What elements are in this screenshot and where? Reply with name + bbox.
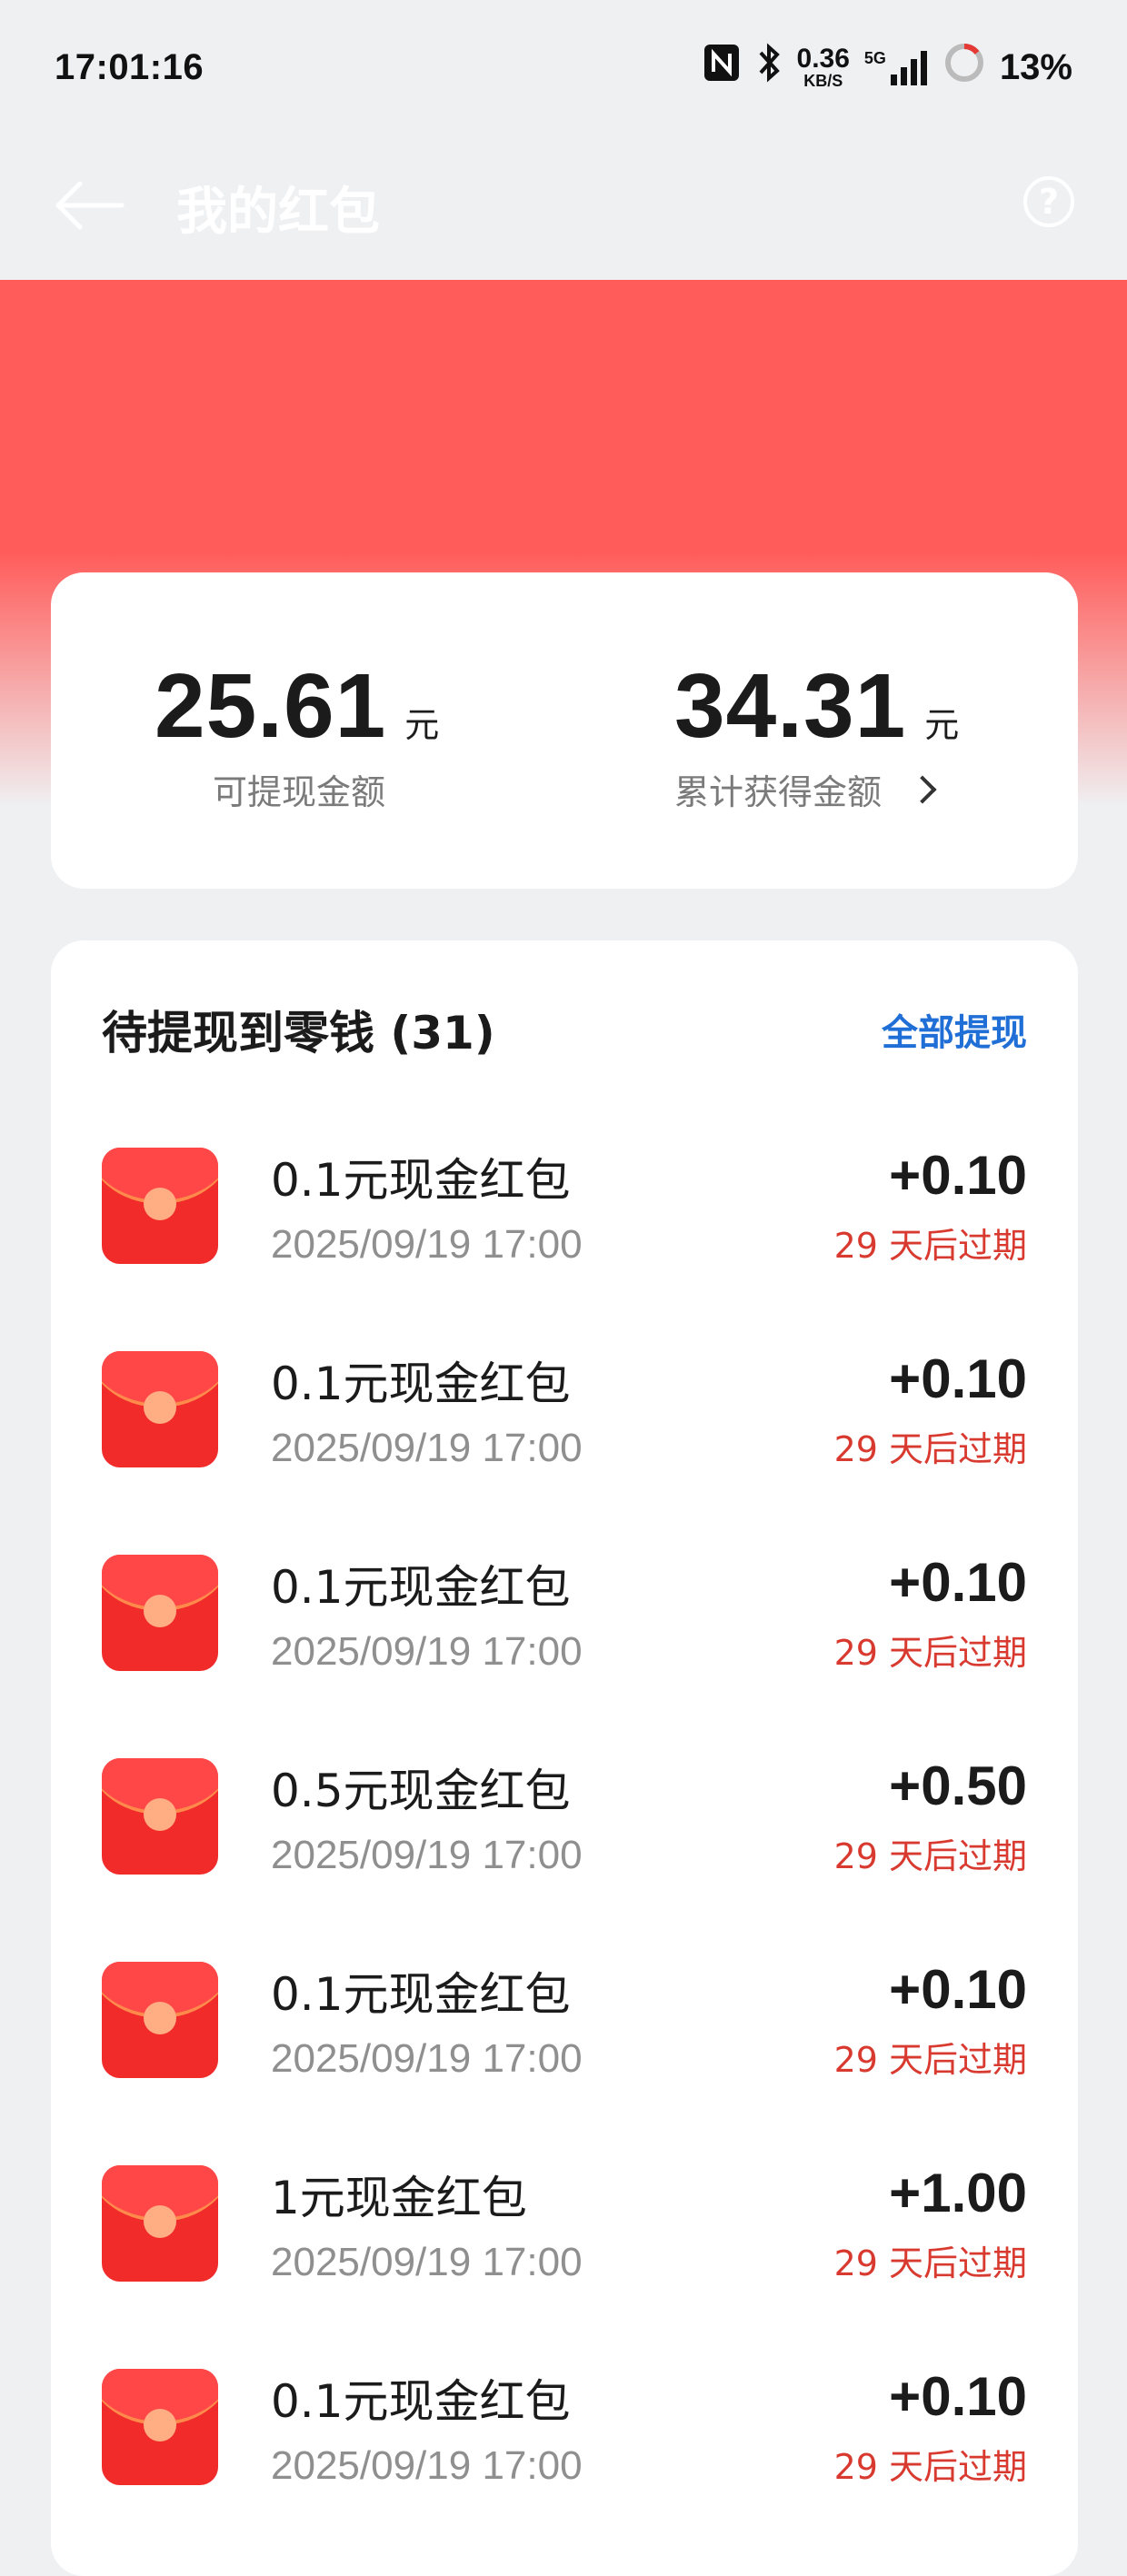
withdrawable-amount: 25.61: [155, 655, 387, 757]
bluetooth-icon: [755, 42, 783, 93]
red-envelope-icon: [102, 1962, 218, 2078]
status-icons: 0.36 KB/S 5G 13%: [703, 42, 1072, 93]
item-name: 0.1元现金红包: [271, 1358, 571, 1410]
item-expiry: 29 天后过期: [833, 1226, 1027, 1266]
signal-5g-icon: 5G: [864, 49, 929, 85]
withdrawable-unit: 元: [404, 705, 440, 745]
list-item[interactable]: 0.5元现金红包 2025/09/19 17:00 +0.50 29 天后过期: [102, 1715, 1027, 1918]
item-name: 0.1元现金红包: [271, 1154, 571, 1207]
item-expiry: 29 天后过期: [833, 2447, 1027, 2487]
total-earned-label: 累计获得金额: [674, 772, 883, 812]
item-amount: +0.50: [889, 1755, 1027, 1816]
item-expiry: 29 天后过期: [833, 1429, 1027, 1469]
page-title: 我的红包: [176, 182, 380, 242]
item-amount: +0.10: [889, 1348, 1027, 1409]
net-speed-value: 0.36: [796, 44, 850, 74]
chevron-right-icon: [908, 774, 937, 804]
nav-bar: 我的红包 ?: [0, 134, 1127, 280]
list-item[interactable]: 0.1元现金红包 2025/09/19 17:00 +0.10 29 天后过期: [102, 2325, 1027, 2529]
arrow-left-icon[interactable]: [53, 178, 125, 236]
item-name: 0.5元现金红包: [271, 1765, 571, 1817]
list-item[interactable]: 0.1元现金红包 2025/09/19 17:00 +0.10 29 天后过期: [102, 1308, 1027, 1511]
item-date: 2025/09/19 17:00: [271, 2036, 583, 2081]
withdraw-all-button[interactable]: 全部提现: [882, 1003, 1027, 1056]
item-expiry: 29 天后过期: [833, 1836, 1027, 1876]
total-earned-row[interactable]: 累计获得金额: [674, 764, 959, 814]
red-envelope-icon: [102, 1148, 218, 1264]
item-expiry: 29 天后过期: [833, 2040, 1027, 2080]
net-speed-unit: KB/S: [803, 72, 843, 90]
item-date: 2025/09/19 17:00: [271, 1426, 583, 1470]
item-date: 2025/09/19 17:00: [271, 1833, 583, 1877]
item-name: 0.1元现金红包: [271, 2375, 571, 2428]
battery-percent: 13%: [999, 46, 1072, 87]
total-earned-stat[interactable]: 34.31 元 累计获得金额: [674, 654, 959, 814]
status-time: 17:01:16: [55, 46, 204, 87]
pending-list-card: 待提现到零钱 (31) 全部提现 0.1元现金红包 2025/09/19 17:…: [51, 940, 1078, 2576]
item-amount: +0.10: [889, 1552, 1027, 1613]
item-amount: +0.10: [889, 1959, 1027, 2020]
net-speed: 0.36 KB/S: [796, 44, 850, 90]
item-date: 2025/09/19 17:00: [271, 2240, 583, 2284]
item-expiry: 29 天后过期: [833, 2243, 1027, 2283]
question-circle-icon[interactable]: ?: [1023, 176, 1074, 227]
list-item[interactable]: 1元现金红包 2025/09/19 17:00 +1.00 29 天后过期: [102, 2122, 1027, 2325]
item-expiry: 29 天后过期: [833, 1633, 1027, 1673]
nfc-icon: [703, 43, 741, 92]
item-name: 0.1元现金红包: [271, 1561, 571, 1614]
item-date: 2025/09/19 17:00: [271, 1629, 583, 1674]
red-envelope-icon: [102, 2369, 218, 2485]
item-name: 1元现金红包: [271, 2172, 527, 2224]
list-header: 待提现到零钱 (31) 全部提现: [102, 997, 1027, 1062]
item-amount: +0.10: [889, 1145, 1027, 1206]
item-date: 2025/09/19 17:00: [271, 1222, 583, 1267]
item-amount: +1.00: [889, 2163, 1027, 2223]
withdrawable-label: 可提现金额: [213, 772, 386, 812]
item-name: 0.1元现金红包: [271, 1968, 571, 2021]
list-item[interactable]: 0.1元现金红包 2025/09/19 17:00 +0.10 29 天后过期: [102, 1511, 1027, 1715]
network-label: 5G: [863, 49, 886, 67]
list-item[interactable]: 0.1元现金红包 2025/09/19 17:00 +0.10 29 天后过期: [102, 1104, 1027, 1308]
status-bar: 17:01:16 0.36 KB/S 5G 13%: [0, 0, 1127, 134]
item-amount: +0.10: [889, 2366, 1027, 2427]
total-earned-unit: 元: [924, 705, 960, 745]
red-envelope-icon: [102, 1351, 218, 1467]
red-envelope-icon: [102, 1555, 218, 1671]
red-envelope-icon: [102, 1758, 218, 1875]
withdrawable-stat: 25.61 元 可提现金额: [155, 654, 439, 814]
list-title: 待提现到零钱 (31): [102, 1007, 495, 1059]
list-item[interactable]: 0.1元现金红包 2025/09/19 17:00 +0.10 29 天后过期: [102, 1918, 1027, 2122]
balance-summary-card: 25.61 元 可提现金额 34.31 元 累计获得金额: [51, 572, 1078, 889]
red-envelope-icon: [102, 2165, 218, 2282]
total-earned-amount: 34.31: [674, 655, 907, 757]
battery-ring-icon: [943, 42, 985, 93]
item-date: 2025/09/19 17:00: [271, 2443, 583, 2488]
